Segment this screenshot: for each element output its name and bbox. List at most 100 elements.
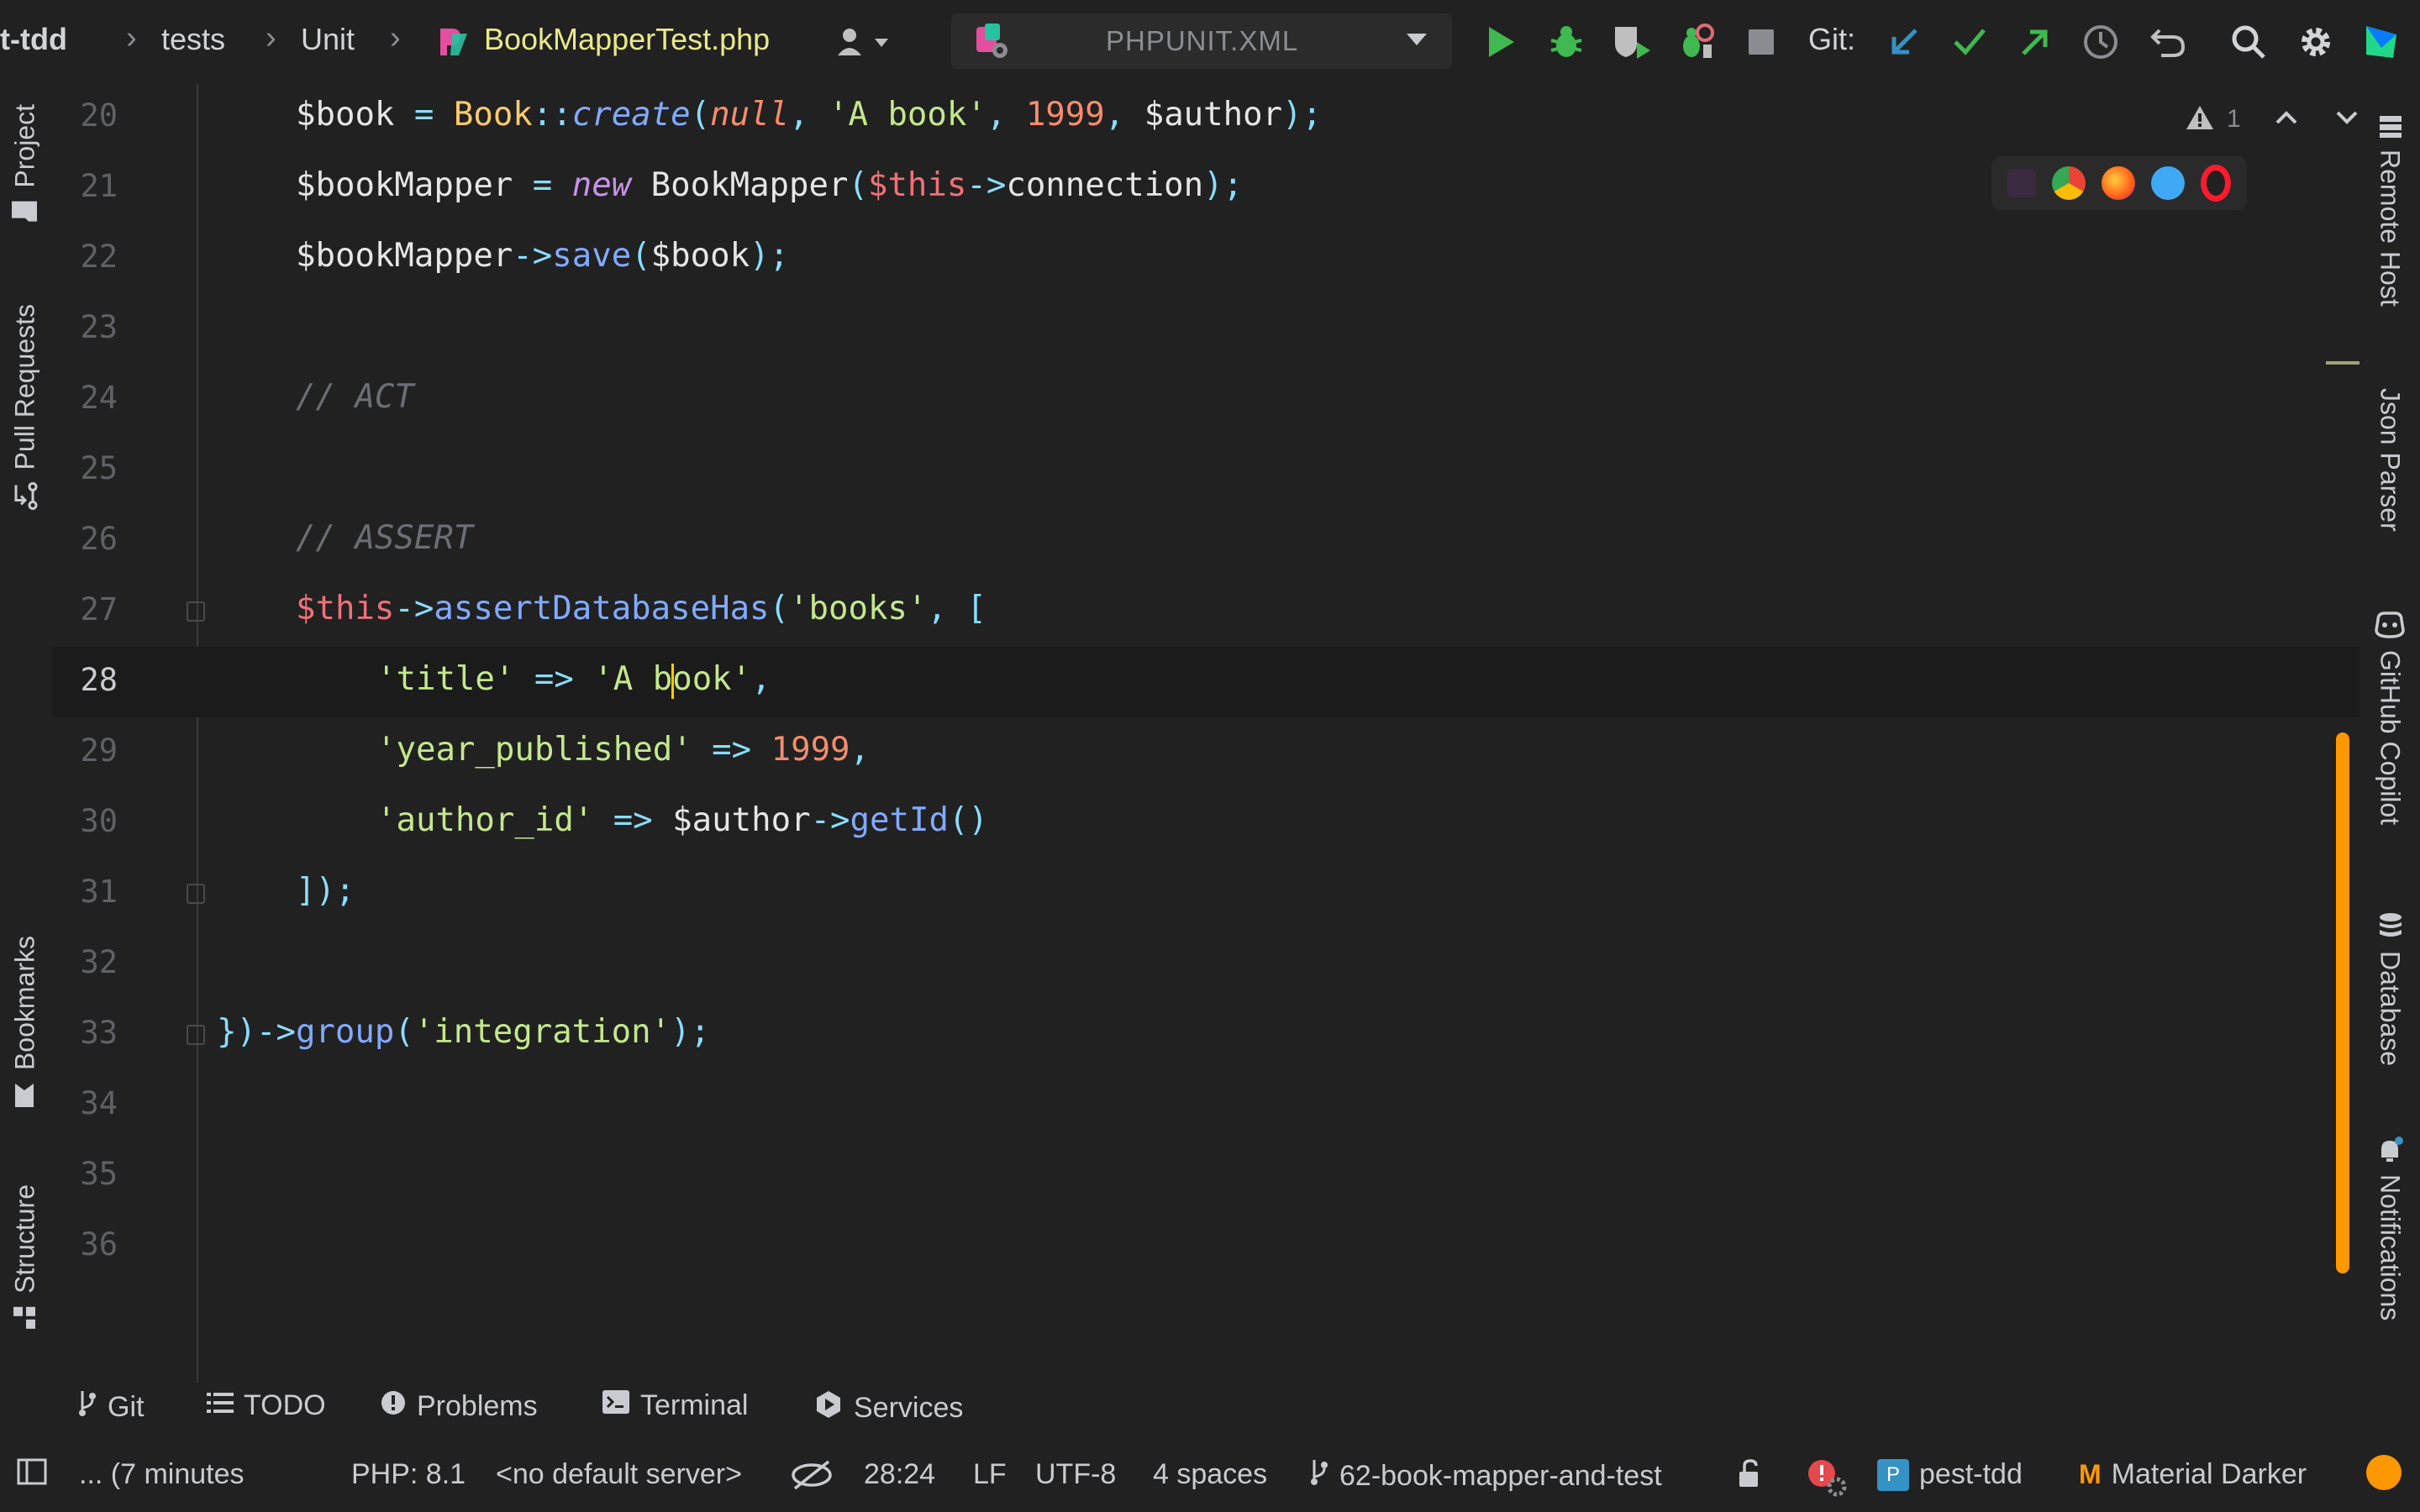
code-line[interactable]: 34 xyxy=(52,1070,2360,1141)
search-icon[interactable] xyxy=(2227,20,2270,64)
tool-tab-label: Notifications xyxy=(2375,1174,2406,1321)
toggle-tool-windows-icon[interactable] xyxy=(17,1458,47,1485)
code-line[interactable]: 25 xyxy=(52,435,2360,506)
editor-scrollbar-thumb[interactable] xyxy=(2336,732,2349,1273)
code-line[interactable]: 32 xyxy=(52,929,2360,1000)
code-text: })->group('integration'); xyxy=(217,1013,711,1051)
line-number: 27 xyxy=(80,591,118,627)
offline-icon[interactable] xyxy=(790,1458,834,1492)
left-tool-strip: Project Pull Requests Bookmarks Structur… xyxy=(0,84,50,1394)
tool-tab-label: Database xyxy=(2375,951,2406,1066)
line-separator[interactable]: LF xyxy=(973,1458,1007,1491)
theme-widget[interactable]: M Material Darker xyxy=(2079,1458,2307,1491)
caret-position[interactable]: 28:24 xyxy=(864,1458,935,1491)
rollback-icon[interactable] xyxy=(2146,20,2190,64)
stop-icon[interactable] xyxy=(1739,20,1783,64)
tool-tab-structure[interactable]: Structure xyxy=(2,1184,49,1331)
status-message[interactable]: ... (7 minutes xyxy=(79,1458,245,1491)
scrollbar-marker[interactable] xyxy=(2326,361,2360,365)
tool-tab-remote-host[interactable]: Remote Host xyxy=(2366,114,2413,307)
tool-tab-project[interactable]: Project xyxy=(2,104,49,225)
fold-marker-icon[interactable] xyxy=(187,1025,205,1045)
tool-tab-pull-requests[interactable]: Pull Requests xyxy=(2,304,49,510)
pest-file-icon xyxy=(432,20,476,64)
code-text: 'year_published' => 1999, xyxy=(376,731,871,769)
code-text: ]); xyxy=(296,872,355,910)
code-line[interactable]: 35 xyxy=(52,1141,2360,1211)
lock-open-icon[interactable] xyxy=(1736,1458,1765,1488)
status-bar: ... (7 minutes PHP: 8.1 <no default serv… xyxy=(0,1440,2420,1512)
code-line-current[interactable]: 28 'title' => 'A book', xyxy=(52,647,2360,717)
run-icon[interactable] xyxy=(1479,20,1523,64)
project-badge: P xyxy=(1877,1458,1909,1491)
git-commit-icon[interactable] xyxy=(1948,20,1991,64)
code-line[interactable]: 33 })->group('integration'); xyxy=(52,1000,2360,1070)
line-number: 35 xyxy=(80,1156,118,1192)
code-line[interactable]: 31 ]); xyxy=(52,858,2360,929)
chevron-right-icon: › xyxy=(266,20,276,55)
code-line[interactable]: 36 xyxy=(52,1211,2360,1282)
branch-icon xyxy=(77,1389,97,1425)
accent-dot xyxy=(2366,1455,2402,1490)
deployment-server[interactable]: <no default server> xyxy=(496,1458,742,1491)
user-switch-icon[interactable] xyxy=(834,20,901,64)
server-icon xyxy=(2375,114,2406,139)
code-text: $bookMapper = new BookMapper($this->conn… xyxy=(296,166,1244,204)
indent-setting[interactable]: 4 spaces xyxy=(1153,1458,1267,1491)
tool-tab-database[interactable]: Database xyxy=(2366,912,2413,1066)
tool-tab-git[interactable]: Git xyxy=(77,1389,144,1425)
line-number: 22 xyxy=(80,239,118,275)
tool-tab-terminal[interactable]: Terminal xyxy=(602,1389,748,1422)
ide-logo-icon[interactable] xyxy=(2360,20,2403,64)
line-number: 33 xyxy=(80,1015,118,1051)
code-line[interactable]: 26 // ASSERT xyxy=(52,506,2360,576)
tool-tab-label: Pull Requests xyxy=(9,304,40,470)
php-version[interactable]: PHP: 8.1 xyxy=(351,1458,466,1491)
code-line[interactable]: 22 $bookMapper->save($book); xyxy=(52,223,2360,294)
breadcrumb-tests[interactable]: tests xyxy=(161,22,225,57)
code-line[interactable]: 27 $this->assertDatabaseHas('books', [ xyxy=(52,576,2360,647)
line-number: 29 xyxy=(80,732,118,769)
tool-tab-json-parser[interactable]: Json Parser xyxy=(2366,388,2413,532)
tool-tab-label: Json Parser xyxy=(2375,388,2406,532)
tool-tab-todo[interactable]: TODO xyxy=(207,1389,326,1422)
git-push-icon[interactable] xyxy=(2013,20,2057,64)
code-line[interactable]: 24 // ACT xyxy=(52,365,2360,435)
project-widget[interactable]: P pest-tdd xyxy=(1877,1458,2023,1491)
history-icon[interactable] xyxy=(2079,20,2123,64)
material-theme-icon: M xyxy=(2079,1459,2102,1489)
code-line[interactable]: 20 $book = Book::create(null, 'A book', … xyxy=(52,82,2360,153)
tool-tab-github-copilot[interactable]: GitHub Copilot xyxy=(2366,610,2413,825)
bottom-tool-tabs: Git TODO Problems Terminal Services xyxy=(0,1378,2420,1440)
line-number: 23 xyxy=(80,309,118,345)
line-number: 20 xyxy=(80,97,118,134)
tool-tab-bookmarks[interactable]: Bookmarks xyxy=(2,936,49,1109)
fold-marker-icon[interactable] xyxy=(187,601,205,622)
breadcrumb-project[interactable]: t-tdd xyxy=(0,22,67,57)
tool-tab-notifications[interactable]: Notifications xyxy=(2366,1136,2413,1320)
file-encoding[interactable]: UTF-8 xyxy=(1035,1458,1116,1491)
breadcrumb-unit[interactable]: Unit xyxy=(301,22,355,57)
status-indicator[interactable] xyxy=(2366,1455,2402,1490)
code-line[interactable]: 29 'year_published' => 1999, xyxy=(52,717,2360,788)
code-line[interactable]: 23 xyxy=(52,294,2360,365)
code-line[interactable]: 21 $bookMapper = new BookMapper($this->c… xyxy=(52,153,2360,223)
gear-icon[interactable] xyxy=(2294,20,2338,64)
tool-tab-label: Problems xyxy=(417,1390,538,1422)
profiler-icon[interactable] xyxy=(1674,20,1718,64)
error-gear-icon[interactable] xyxy=(1805,1458,1849,1497)
tool-tab-services[interactable]: Services xyxy=(813,1389,963,1427)
git-branch-widget[interactable]: 62-book-mapper-and-test xyxy=(1309,1458,1662,1494)
debug-icon[interactable] xyxy=(1544,20,1588,64)
coverage-icon[interactable] xyxy=(1610,20,1654,64)
terminal-icon xyxy=(602,1389,630,1422)
git-label: Git: xyxy=(1808,22,1856,56)
chevron-right-icon: › xyxy=(390,20,401,55)
structure-icon xyxy=(10,1305,41,1331)
code-line[interactable]: 30 'author_id' => $author->getId() xyxy=(52,788,2360,858)
breadcrumb-file[interactable]: BookMapperTest.php xyxy=(484,22,770,57)
git-update-icon[interactable] xyxy=(1882,20,1926,64)
fold-marker-icon[interactable] xyxy=(187,884,205,904)
tool-tab-problems[interactable]: Problems xyxy=(380,1389,538,1424)
run-configuration-selector[interactable]: PHPUNIT.XML xyxy=(951,13,1452,69)
